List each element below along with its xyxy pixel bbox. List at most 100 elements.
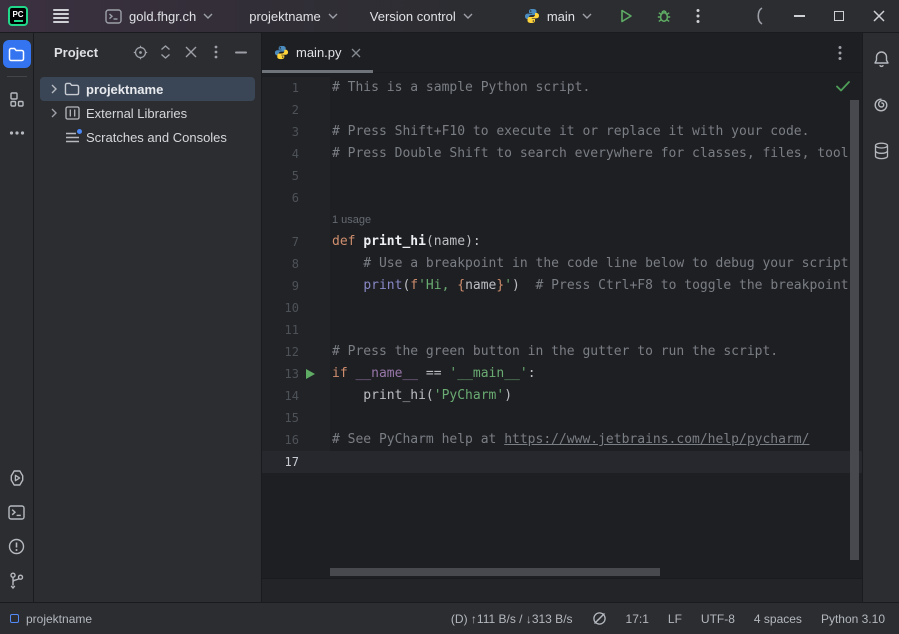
minimize-button[interactable] [779, 0, 819, 33]
code-line[interactable]: 16# See PyCharm help at https://www.jetb… [262, 429, 862, 451]
gutter-cell[interactable]: 10 [262, 297, 330, 319]
code-line[interactable]: 8 # Use a breakpoint in the code line be… [262, 253, 862, 275]
code-text[interactable]: 1 usage [330, 209, 862, 231]
gutter-cell[interactable]: 7 [262, 231, 330, 253]
collapse-all-button[interactable] [178, 40, 203, 64]
run-configuration-widget[interactable]: main [513, 3, 603, 29]
code-text[interactable]: if __name__ == '__main__': [330, 363, 862, 385]
gutter-cell[interactable]: 15 [262, 407, 330, 429]
network-traffic-widget[interactable]: (D) ↑111 B/s / ↓313 B/s [451, 612, 573, 626]
code-line[interactable]: 11 [262, 319, 862, 341]
code-text[interactable]: # Press Double Shift to search everywher… [330, 143, 862, 165]
code-line[interactable]: 15 [262, 407, 862, 429]
project-toolwindow-button[interactable] [3, 40, 31, 68]
chevron-right-icon[interactable] [46, 84, 62, 94]
run-line-icon[interactable] [304, 368, 316, 380]
more-toolwindows-button[interactable] [3, 119, 31, 147]
expand-collapse-button[interactable] [153, 40, 178, 64]
usage-inlay-hint[interactable]: 1 usage [332, 214, 371, 226]
problems-toolwindow-button[interactable] [3, 532, 31, 560]
window-shade-button[interactable] [739, 0, 779, 33]
vertical-scrollbar[interactable] [850, 100, 859, 560]
tab-main-py[interactable]: main.py [262, 33, 373, 72]
inspections-widget[interactable] [592, 611, 607, 626]
inlay-hint-row[interactable]: 1 usage [262, 209, 862, 231]
code-text[interactable]: # This is a sample Python script. [330, 77, 862, 99]
code-text[interactable] [330, 407, 862, 429]
module-widget[interactable]: projektname [238, 3, 349, 29]
code-text[interactable]: print_hi('PyCharm') [330, 385, 862, 407]
code-text[interactable] [330, 165, 862, 187]
gutter-cell[interactable]: 11 [262, 319, 330, 341]
code-line[interactable]: 4# Press Double Shift to search everywhe… [262, 143, 862, 165]
gutter-cell[interactable]: 3 [262, 121, 330, 143]
hide-panel-button[interactable] [228, 40, 253, 64]
line-separator-widget[interactable]: LF [668, 612, 682, 626]
gutter-cell[interactable]: 4 [262, 143, 330, 165]
gutter-cell[interactable]: 2 [262, 99, 330, 121]
code-text[interactable]: # Press the green button in the gutter t… [330, 341, 862, 363]
panel-options-button[interactable] [203, 40, 228, 64]
gutter-cell[interactable]: 5 [262, 165, 330, 187]
code-text[interactable]: def print_hi(name): [330, 231, 862, 253]
code-line[interactable]: 13if __name__ == '__main__': [262, 363, 862, 385]
more-actions-button[interactable] [683, 3, 713, 29]
indent-widget[interactable]: 4 spaces [754, 612, 802, 626]
tree-item-external-libraries[interactable]: External Libraries [40, 101, 255, 125]
code-line[interactable]: 12# Press the green button in the gutter… [262, 341, 862, 363]
git-toolwindow-button[interactable] [3, 566, 31, 594]
tree-item-scratches[interactable]: Scratches and Consoles [40, 125, 255, 149]
tree-item-projektname[interactable]: projektname [40, 77, 255, 101]
terminal-toolwindow-button[interactable] [3, 498, 31, 526]
code-text[interactable] [330, 297, 862, 319]
code-text[interactable] [330, 187, 862, 209]
code-editor[interactable]: 1# This is a sample Python script.23# Pr… [262, 73, 862, 578]
code-text[interactable]: # Press Shift+F10 to execute it or repla… [330, 121, 862, 143]
interpreter-widget[interactable]: Python 3.10 [821, 612, 885, 626]
code-line[interactable]: 10 [262, 297, 862, 319]
gutter-cell[interactable]: 13 [262, 363, 330, 385]
project-switcher[interactable]: gold.fhgr.ch [94, 3, 224, 29]
debug-button[interactable] [649, 3, 679, 29]
editor-options-button[interactable] [827, 41, 852, 65]
ai-assistant-button[interactable] [867, 91, 895, 119]
code-line[interactable]: 6 [262, 187, 862, 209]
statusbar-project-widget[interactable]: projektname [10, 612, 92, 626]
caret-position-widget[interactable]: 17:1 [626, 612, 649, 626]
gutter-cell[interactable]: 14 [262, 385, 330, 407]
code-line[interactable]: 2 [262, 99, 862, 121]
gutter-cell[interactable]: 8 [262, 253, 330, 275]
tab-close-icon[interactable] [351, 48, 361, 58]
maximize-button[interactable] [819, 0, 859, 33]
horizontal-scrollbar[interactable] [330, 568, 660, 576]
code-text[interactable] [330, 319, 862, 341]
inspection-ok-icon[interactable] [836, 81, 850, 92]
code-text[interactable] [330, 451, 862, 473]
code-line[interactable]: 3# Press Shift+F10 to execute it or repl… [262, 121, 862, 143]
code-line[interactable]: 5 [262, 165, 862, 187]
gutter-cell[interactable]: 12 [262, 341, 330, 363]
code-text[interactable]: print(f'Hi, {name}') # Press Ctrl+F8 to … [330, 275, 862, 297]
gutter-cell[interactable]: 9 [262, 275, 330, 297]
gutter-cell[interactable]: 17 [262, 451, 330, 473]
run-button[interactable] [611, 3, 641, 29]
code-text[interactable]: # See PyCharm help at https://www.jetbra… [330, 429, 862, 451]
select-opened-file-button[interactable] [128, 40, 153, 64]
structure-toolwindow-button[interactable] [3, 85, 31, 113]
code-line[interactable]: 9 print(f'Hi, {name}') # Press Ctrl+F8 t… [262, 275, 862, 297]
code-line[interactable]: 7def print_hi(name): [262, 231, 862, 253]
services-toolwindow-button[interactable] [3, 464, 31, 492]
code-line[interactable]: 1# This is a sample Python script. [262, 77, 862, 99]
notifications-button[interactable] [867, 45, 895, 73]
database-button[interactable] [867, 137, 895, 165]
gutter-cell[interactable] [262, 209, 330, 231]
main-menu-button[interactable] [46, 4, 76, 28]
gutter-cell[interactable]: 16 [262, 429, 330, 451]
code-line[interactable]: 14 print_hi('PyCharm') [262, 385, 862, 407]
vcs-widget[interactable]: Version control [359, 3, 484, 29]
code-text[interactable] [330, 99, 862, 121]
gutter-cell[interactable]: 6 [262, 187, 330, 209]
gutter-cell[interactable]: 1 [262, 77, 330, 99]
chevron-right-icon[interactable] [46, 108, 62, 118]
code-line[interactable]: 17 [262, 451, 862, 473]
